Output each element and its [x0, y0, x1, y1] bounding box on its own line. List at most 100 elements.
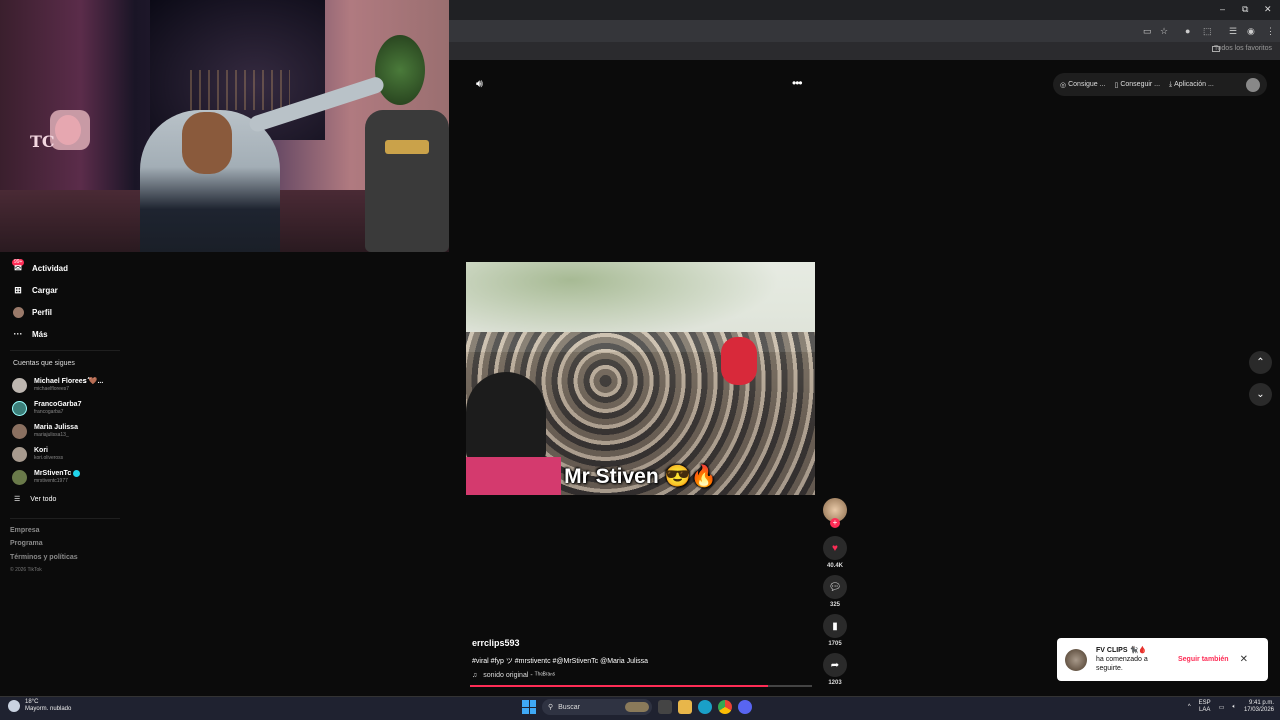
coin-icon: ◎	[1060, 81, 1067, 89]
following-handle: michaelflorees7	[34, 386, 70, 392]
download-icon: ⤓	[1169, 80, 1173, 88]
cam-teddy-bear	[55, 115, 81, 145]
bookmarks-label[interactable]: Todos los favoritos	[1214, 45, 1272, 52]
extension-icon[interactable]: ●	[1185, 26, 1190, 36]
avatar	[12, 446, 27, 462]
following-item[interactable]: Kori kori.oliveross	[12, 446, 63, 462]
sidebar-divider	[10, 518, 120, 519]
following-item[interactable]: Maria Julissa mariajulissa13_	[12, 423, 78, 439]
date: 17/03/2026	[1243, 707, 1274, 713]
save-button[interactable]: ▮	[823, 614, 847, 638]
sidebar-divider	[10, 350, 120, 351]
more-options-icon[interactable]: •••	[792, 76, 803, 90]
cam-chair-logo	[385, 140, 429, 154]
upload-icon: ⊞	[14, 284, 22, 295]
share-count: 1203	[828, 680, 842, 686]
taskbar-apps: ⚲ Buscar	[522, 699, 752, 715]
cam-tc-sign: TC	[30, 132, 55, 151]
puzzle-icon[interactable]: ⬚	[1203, 26, 1212, 37]
follow-notification: FV CLIPS 🐈‍⬛🩸 ha comenzado a seguirte. S…	[1057, 638, 1268, 681]
screen: – ⧉ ✕ ▭ ☆ ● ⬚ ☰ ◉ ⋮ Todos los favoritos …	[0, 0, 1280, 720]
profile-avatar-icon[interactable]: ◉	[1247, 26, 1255, 37]
see-all-label: Ver todo	[30, 495, 57, 503]
list-icon: ☰	[14, 496, 21, 503]
see-all-link[interactable]: ☰ Ver todo	[14, 495, 57, 504]
save-count: 1705	[828, 641, 842, 647]
desktop-app-button[interactable]: ⤓ Aplicación ...	[1169, 81, 1214, 89]
network-icon[interactable]: ▭	[1219, 704, 1225, 711]
taskbar-search[interactable]: ⚲ Buscar	[542, 699, 652, 715]
previous-video-button[interactable]: ⌃	[1249, 351, 1272, 374]
user-avatar[interactable]	[1246, 77, 1260, 92]
follow-back-button[interactable]: Seguir también	[1178, 656, 1229, 663]
footer-company-link[interactable]: Empresa	[10, 527, 40, 534]
following-item[interactable]: MrStivenTc mrstiventc1977	[12, 469, 81, 485]
tab-search-icon[interactable]: ☰	[1229, 26, 1237, 37]
close-window-icon[interactable]: ✕	[1264, 4, 1272, 15]
get-app-button[interactable]: ▯ Conseguir ...	[1114, 81, 1160, 89]
avatar	[1065, 648, 1087, 671]
video-progress-bar[interactable]	[470, 685, 812, 687]
chevron-down-icon: ⌄	[1256, 389, 1265, 400]
nav-more-label: Más	[32, 329, 48, 339]
nav-activity[interactable]: ✉ Actividad	[12, 262, 68, 274]
comment-count: 325	[829, 602, 840, 608]
like-button[interactable]: ♥	[823, 536, 847, 560]
temperature: 18°C	[25, 699, 39, 705]
following-item[interactable]: Michael Floreesُ 🤎... michaelflorees7	[12, 377, 103, 393]
chevron-up-icon[interactable]: ^	[1188, 704, 1191, 710]
weather-description: Mayorm. nublado	[25, 706, 72, 712]
chrome-icon[interactable]	[718, 700, 732, 714]
edge-icon[interactable]	[698, 700, 712, 714]
footer-terms-link[interactable]: Términos y políticas	[10, 554, 78, 561]
language-code: ESP	[1198, 700, 1211, 706]
video-description[interactable]: #viral #fyp ツ #mrstiventc #@MrStivenTc @…	[472, 656, 648, 666]
system-tray: ^ ESP LAA ▭ 🔈︎ 9:41 p.m. 17/03/2026	[1188, 700, 1274, 714]
volume-icon[interactable]: 🔊︎	[476, 78, 483, 91]
star-icon[interactable]: ☆	[1160, 26, 1168, 37]
avatar	[12, 400, 27, 416]
nav-more[interactable]: ··· Más	[12, 328, 48, 340]
discord-icon[interactable]	[738, 700, 752, 714]
music-note-icon: ♫	[472, 672, 478, 679]
file-explorer-icon[interactable]	[678, 700, 692, 714]
windows-start-icon[interactable]	[522, 700, 536, 714]
verified-icon	[73, 469, 81, 477]
video-username[interactable]: errclips593	[472, 638, 520, 648]
share-button[interactable]: ➦	[823, 653, 847, 677]
follow-plus-icon[interactable]: +	[830, 518, 840, 528]
clock[interactable]: 9:41 p.m. 17/03/2026	[1244, 700, 1274, 714]
following-item[interactable]: FrancoGarba7 francogarba7	[12, 400, 81, 416]
avatar	[12, 423, 27, 439]
minimize-icon[interactable]: –	[1220, 4, 1225, 14]
video-player[interactable]: Mr Stiven 😎🔥	[466, 262, 815, 495]
following-title: Cuentas que sigues	[13, 360, 75, 367]
weather-widget[interactable]: 18°C Mayorm. nublado	[8, 699, 71, 713]
following-name: MrStivenTc	[34, 470, 72, 477]
footer-program-link[interactable]: Programa	[10, 540, 43, 547]
language-indicator[interactable]: ESP LAA	[1199, 700, 1211, 714]
close-icon[interactable]: ✕	[1240, 654, 1248, 665]
task-view-icon[interactable]	[658, 700, 672, 714]
nav-profile[interactable]: Perfil	[12, 306, 52, 318]
avatar	[12, 377, 27, 393]
video-red-hood	[721, 337, 757, 385]
next-video-button[interactable]: ⌄	[1249, 383, 1272, 406]
sound-label: sonido original - ᵀʰᵉᴮʳᵃⁿˢ	[483, 672, 556, 679]
nav-profile-label: Perfil	[32, 307, 53, 317]
browser-menu-icon[interactable]: ⋮	[1266, 26, 1275, 37]
comment-button[interactable]: 💬︎	[823, 575, 847, 599]
following-name: Michael Floreesُ 🤎...	[34, 378, 104, 385]
notification-name: FV CLIPS 🐈‍⬛🩸	[1096, 647, 1147, 654]
following-handle: francogarba7	[34, 409, 64, 415]
keyboard-layout: LAA	[1199, 707, 1211, 713]
avatar	[12, 469, 27, 485]
nav-upload[interactable]: ⊞ Cargar	[12, 284, 58, 296]
video-sound[interactable]: ♫ sonido original - ᵀʰᵉᴮʳᵃⁿˢ	[472, 672, 555, 679]
restore-icon[interactable]: ⧉	[1242, 4, 1248, 15]
cast-icon[interactable]: ▭	[1143, 26, 1152, 37]
speaker-icon[interactable]: 🔈︎	[1232, 704, 1236, 711]
following-name: Kori	[34, 447, 48, 454]
get-coins-button[interactable]: ◎ Consigue ...	[1060, 81, 1105, 89]
more-icon: ···	[13, 329, 23, 339]
